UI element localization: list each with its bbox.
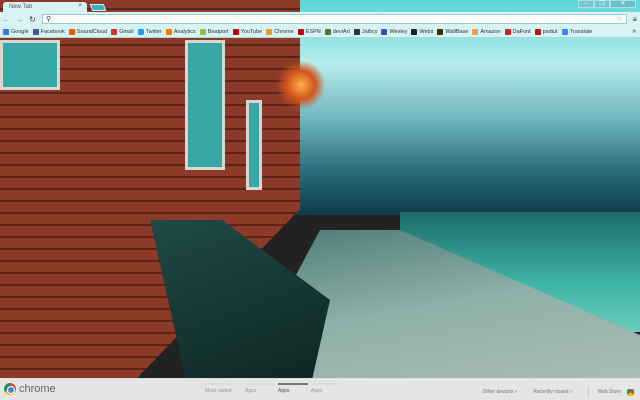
bookmark-label: Facebook [40,28,65,35]
theme-background [0,0,640,400]
bookmark-label: Chrome [274,28,294,35]
bookmarks-bar: Google Facebook SoundCloud Gmail Twitter Anal… [0,26,640,38]
bookmark-wesley[interactable]: Wesley [381,28,408,35]
bookmark-favicon-icon [381,28,388,35]
bookmark-favicon-icon [297,28,304,35]
bookmark-label: Analytics [173,28,196,35]
bookmark-favicon-icon [411,28,418,35]
bench [150,220,330,380]
toolbar: ← → ↻ ⚲ ☆ ≡ [0,12,640,26]
bookmark-label: Beatport [207,28,229,35]
bookmark-label: Jalbcy [361,28,378,35]
bookmark-facebook[interactable]: Facebook [32,28,65,35]
bookmark-chrome[interactable]: Chrome [266,28,294,35]
bookmark-label: Translate [569,28,593,35]
browser-chrome: New Tab × – ❐ ✕ ← → ↻ ⚲ ☆ ≡ Google Facebo… [0,0,640,38]
bookmark-label: WallBase [445,28,469,35]
bookmark-label: Amazon [480,28,501,35]
new-tab-button[interactable] [89,4,107,11]
bookmark-label: deviArt [332,28,350,35]
bookmark-jalbcy[interactable]: Jalbcy [353,28,378,35]
bookmark-favicon-icon [68,28,75,35]
building-window [0,40,60,90]
star-icon[interactable]: ☆ [616,14,623,23]
bookmark-label: SoundCloud [76,28,108,35]
bookmark-beatport[interactable]: Beatport [199,28,229,35]
bookmark-favicon-icon [504,28,511,35]
footer-links: Other devices ▿ Recently closed ▿ Web St… [483,387,640,397]
bookmark-label: Webs [419,28,434,35]
reload-button[interactable]: ↻ [26,15,39,24]
chrome-logo-text: chrome [19,383,56,395]
window-controls: – ❐ ✕ [578,0,636,8]
bookmark-deviart[interactable]: deviArt [324,28,350,35]
other-devices-menu[interactable]: Other devices ▿ [483,389,518,395]
chrome-logo-icon [4,383,16,395]
close-window-button[interactable]: ✕ [610,0,636,8]
menu-icon[interactable]: ≡ [632,15,637,24]
chrome-logo: chrome [4,383,56,395]
web-store-link[interactable]: Web Store [597,389,621,395]
bookmark-psdtut[interactable]: psdtut [534,28,558,35]
web-store-icon[interactable] [627,388,634,396]
bookmark-favicon-icon [266,28,273,35]
bookmark-label: psdtut [542,28,558,35]
page-most-visited[interactable]: Most visited [205,379,245,394]
bookmark-gmail[interactable]: Gmail [111,28,134,35]
back-button[interactable]: ← [0,15,13,24]
bookmark-dafont[interactable]: DaFont [504,28,531,35]
bookmarks-overflow-button[interactable]: » [632,28,636,35]
building-window [185,40,225,170]
bookmark-label: Gmail [119,28,134,35]
bookmark-favicon-icon [561,28,568,35]
bookmark-webs[interactable]: Webs [411,28,434,35]
bookmark-label: Google [11,28,29,35]
restore-button[interactable]: ❐ [594,0,610,8]
page-apps-3[interactable]: Apps [311,379,344,394]
bookmark-youtube[interactable]: YouTube [232,28,263,35]
bookmark-analytics[interactable]: Analytics [165,28,196,35]
ntp-footer: chrome Most visited Apps Apps Apps Other… [0,378,640,400]
bookmark-favicon-icon [3,28,9,35]
page-apps-2[interactable]: Apps [278,379,311,394]
bookmark-soundcloud[interactable]: SoundCloud [68,28,108,35]
bookmark-label: Wesley [389,28,408,35]
bookmark-label: YouTube [240,28,263,35]
close-tab-icon[interactable]: × [78,3,82,9]
bookmark-favicon-icon [165,28,172,35]
divider [588,387,590,397]
omnibox[interactable]: ⚲ ☆ [42,14,627,24]
bookmark-label: Twitter [145,28,162,35]
bookmark-favicon-icon [232,28,239,35]
bookmark-google[interactable]: Google [3,28,29,35]
bookmark-favicon-icon [324,28,331,35]
bookmark-espn[interactable]: ESPN [297,28,321,35]
lamp [276,60,326,110]
page-switcher: Most visited Apps Apps Apps [205,379,344,394]
bookmark-twitter[interactable]: Twitter [137,28,162,35]
building-window [246,100,262,190]
bookmark-favicon-icon [32,28,39,35]
minimize-button[interactable]: – [578,0,594,8]
recently-closed-menu[interactable]: Recently closed ▿ [533,389,572,395]
bookmark-favicon-icon [137,28,144,35]
bookmark-translate[interactable]: Translate [561,28,593,35]
bookmark-label: DaFont [512,28,531,35]
forward-button[interactable]: → [13,15,26,24]
bookmark-amazon[interactable]: Amazon [472,28,501,35]
bookmark-favicon-icon [437,28,444,35]
bookmark-favicon-icon [472,28,479,35]
bookmark-wallbase[interactable]: WallBase [437,28,469,35]
bookmark-favicon-icon [534,28,541,35]
search-icon: ⚲ [46,16,52,23]
page-apps-1[interactable]: Apps [245,379,278,394]
tab-new-tab[interactable]: New Tab × [3,2,87,12]
tab-title: New Tab [9,4,33,10]
bookmark-favicon-icon [199,28,206,35]
bookmark-favicon-icon [111,28,118,35]
bookmark-favicon-icon [353,28,360,35]
bookmark-label: ESPN [305,28,321,35]
